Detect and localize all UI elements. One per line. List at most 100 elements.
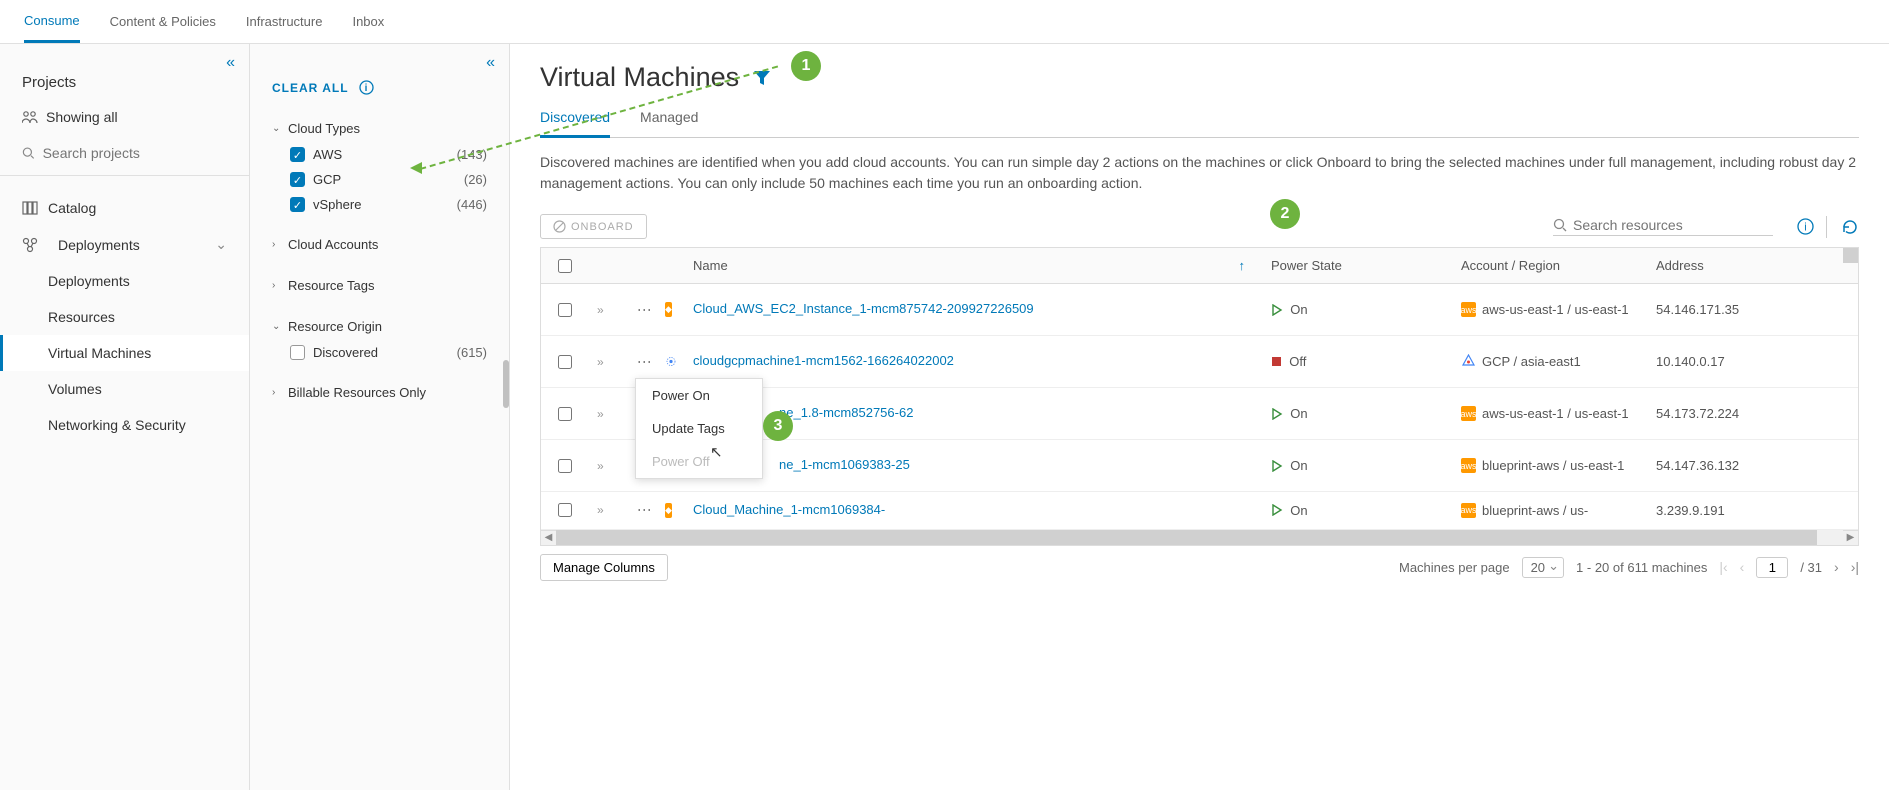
power-off-icon xyxy=(1271,356,1282,367)
per-page-select[interactable]: 20 xyxy=(1522,557,1564,578)
per-page-label: Machines per page xyxy=(1399,560,1510,575)
sort-asc-icon[interactable]: ↑ xyxy=(1239,258,1246,273)
next-page-icon[interactable]: › xyxy=(1834,559,1839,575)
aws-badge-icon: aws xyxy=(1461,406,1476,421)
vm-name-link[interactable]: Cloud_AWS_EC2_Instance_1-mcm875742-20992… xyxy=(693,301,1034,318)
table-row: » ⋮ ◆ Cloud_Machine_1-mcm1069384- On aws… xyxy=(541,492,1858,530)
clear-all-filters[interactable]: CLEAR ALL i xyxy=(250,64,509,111)
collapse-sidebar2-icon[interactable]: « xyxy=(486,54,495,72)
annotation-arrow-head xyxy=(410,162,422,174)
gcp-icon xyxy=(665,354,677,369)
info-icon: i xyxy=(359,80,374,95)
aws-badge-icon: aws xyxy=(1461,503,1476,518)
nav-sub-networking-security[interactable]: Networking & Security xyxy=(0,407,249,443)
deployments-icon xyxy=(22,237,38,253)
tab-content-policies[interactable]: Content & Policies xyxy=(110,2,216,41)
nav-deployments[interactable]: Deployments ⌄ xyxy=(0,226,249,263)
vm-name-link[interactable]: Cloud_Machine_1-mcm1069384- xyxy=(693,502,885,519)
expand-icon[interactable]: » xyxy=(597,407,604,421)
filter-vsphere[interactable]: vSphere (446) xyxy=(272,192,487,217)
power-state: On xyxy=(1290,458,1307,473)
address: 3.239.9.191 xyxy=(1648,493,1858,528)
row-checkbox[interactable] xyxy=(558,355,572,369)
annotation-1: 1 xyxy=(791,51,821,81)
nav-sub-virtual-machines[interactable]: Virtual Machines xyxy=(0,335,249,371)
table-row: » ⋮ ◆ Cloud_AWS_EC2_Instance_1-mcm875742… xyxy=(541,284,1858,336)
vm-name-link[interactable]: cloudgcpmachine1-mcm1562-166264022002 xyxy=(693,353,954,370)
search-icon xyxy=(1553,218,1567,232)
tab-inbox[interactable]: Inbox xyxy=(352,2,384,41)
row-checkbox[interactable] xyxy=(558,407,572,421)
refresh-icon[interactable] xyxy=(1841,218,1859,236)
page-number-input[interactable] xyxy=(1756,557,1788,578)
filter-billable-only[interactable]: ›Billable Resources Only xyxy=(272,379,487,406)
row-checkbox[interactable] xyxy=(558,459,572,473)
col-address-header[interactable]: Address xyxy=(1648,248,1858,283)
account-region: GCP / asia-east1 xyxy=(1482,354,1581,369)
row-checkbox[interactable] xyxy=(558,503,572,517)
menu-update-tags[interactable]: Update Tags xyxy=(636,412,762,445)
aws-badge-icon: aws xyxy=(1461,458,1476,473)
power-on-icon xyxy=(1271,304,1283,316)
tab-managed[interactable]: Managed xyxy=(640,99,698,137)
expand-icon[interactable]: » xyxy=(597,303,604,317)
filter-resource-tags[interactable]: ›Resource Tags xyxy=(272,272,487,299)
expand-icon[interactable]: » xyxy=(597,355,604,369)
aws-icon: ◆ xyxy=(665,302,672,317)
prev-page-icon[interactable]: ‹ xyxy=(1740,559,1745,575)
address: 54.147.36.132 xyxy=(1648,448,1858,483)
expand-icon[interactable]: » xyxy=(597,503,604,517)
filters-sidebar: « CLEAR ALL i ⌄Cloud Types AWS (143) GCP… xyxy=(250,44,510,790)
manage-columns-button[interactable]: Manage Columns xyxy=(540,554,668,581)
scrollbar-thumb[interactable] xyxy=(503,360,509,408)
page-title: Virtual Machines xyxy=(540,62,739,93)
col-account-header[interactable]: Account / Region xyxy=(1453,248,1648,283)
gcp-count: (26) xyxy=(464,172,487,187)
row-actions-icon[interactable]: ⋮ xyxy=(637,303,653,317)
tab-infrastructure[interactable]: Infrastructure xyxy=(246,2,323,41)
tab-consume[interactable]: Consume xyxy=(24,1,80,43)
power-on-icon xyxy=(1271,460,1283,472)
filter-resource-origin[interactable]: ⌄Resource Origin xyxy=(272,313,487,340)
info-icon[interactable]: i xyxy=(1797,218,1814,235)
row-actions-icon[interactable]: ⋮ xyxy=(637,503,653,517)
address: 54.173.72.224 xyxy=(1648,396,1858,431)
menu-power-on[interactable]: Power On xyxy=(636,379,762,412)
filter-cloud-accounts[interactable]: ›Cloud Accounts xyxy=(272,231,487,258)
nav-sub-volumes[interactable]: Volumes xyxy=(0,371,249,407)
select-all-checkbox[interactable] xyxy=(558,259,572,273)
filter-gcp[interactable]: GCP (26) xyxy=(272,167,487,192)
row-actions-icon[interactable]: ⋮ xyxy=(637,355,653,369)
search-projects-input[interactable] xyxy=(43,145,227,161)
nav-catalog[interactable]: Catalog xyxy=(0,190,249,226)
page-range: 1 - 20 of 611 machines xyxy=(1576,560,1707,575)
last-page-icon[interactable]: ›| xyxy=(1851,559,1859,575)
nav-sub-resources[interactable]: Resources xyxy=(0,299,249,335)
filter-discovered[interactable]: Discovered (615) xyxy=(272,340,487,365)
collapse-sidebar1-icon[interactable]: « xyxy=(226,54,235,72)
power-on-icon xyxy=(1271,504,1283,516)
first-page-icon[interactable]: |‹ xyxy=(1719,559,1727,575)
aws-badge-icon: aws xyxy=(1461,302,1476,317)
projects-showing-all[interactable]: Showing all xyxy=(0,105,249,139)
power-state: On xyxy=(1290,503,1307,518)
col-power-header[interactable]: Power State xyxy=(1263,248,1453,283)
nav-sub-deployments[interactable]: Deployments xyxy=(0,263,249,299)
power-state: On xyxy=(1290,302,1307,317)
col-name-header[interactable]: Name xyxy=(693,258,728,273)
main-content: Virtual Machines Discovered Managed Disc… xyxy=(510,44,1889,790)
filter-cloud-types[interactable]: ⌄Cloud Types xyxy=(272,115,487,142)
expand-icon[interactable]: » xyxy=(597,459,604,473)
power-on-icon xyxy=(1271,408,1283,420)
onboard-button[interactable]: ONBOARD xyxy=(540,214,647,239)
row-checkbox[interactable] xyxy=(558,303,572,317)
annotation-3: 3 xyxy=(763,411,793,441)
mouse-cursor-icon: ↖ xyxy=(710,443,723,461)
svg-text:i: i xyxy=(364,83,368,94)
horizontal-scrollbar[interactable]: ◀ ▶ xyxy=(541,530,1858,545)
filter-aws[interactable]: AWS (143) xyxy=(272,142,487,167)
search-resources-input[interactable] xyxy=(1573,217,1773,233)
row-context-menu: Power On Update Tags Power Off xyxy=(635,378,763,479)
vsphere-count: (446) xyxy=(457,197,487,212)
gcp-badge-icon xyxy=(1461,354,1476,369)
